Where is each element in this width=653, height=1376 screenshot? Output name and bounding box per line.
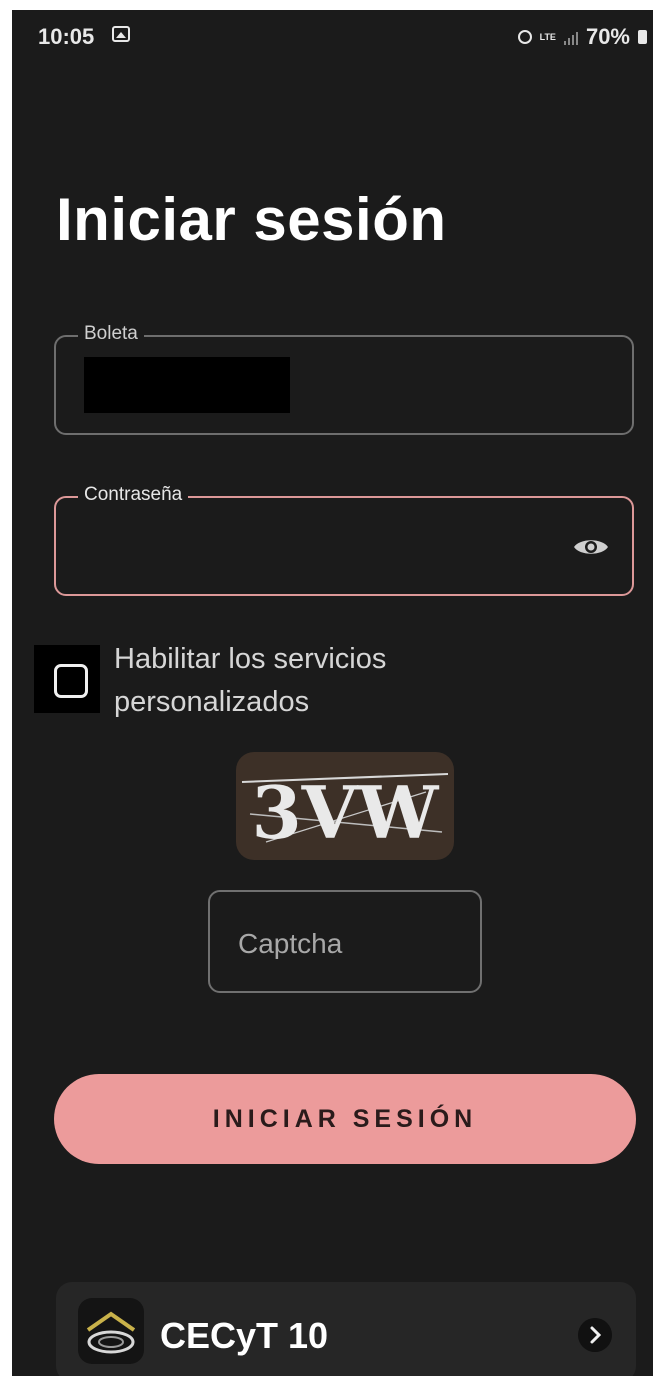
captcha-input[interactable]: Captcha [208, 890, 482, 993]
checkbox-container[interactable] [34, 645, 100, 713]
status-time: 10:05 [38, 24, 95, 49]
school-name: CECyT 10 [160, 1315, 329, 1356]
login-button-label: INICIAR SESIÓN [212, 1104, 478, 1133]
password-label: Contraseña [78, 484, 189, 506]
page-title: Iniciar sesión [56, 186, 447, 253]
battery-level: 70% [585, 24, 630, 49]
captcha-image: 3VW [236, 752, 454, 860]
school-logo [78, 1298, 144, 1364]
password-field[interactable]: Contraseña [54, 484, 634, 596]
personalized-services-checkbox[interactable] [54, 664, 88, 698]
boleta-value-redacted [84, 357, 290, 413]
captcha-placeholder: Captcha [238, 928, 343, 959]
image-icon [112, 26, 130, 42]
eye-icon[interactable] [572, 536, 610, 558]
boleta-field[interactable]: Boleta [54, 323, 634, 435]
boleta-label: Boleta [78, 323, 144, 345]
captcha-text: 3VW [241, 770, 449, 855]
battery-icon [638, 30, 647, 44]
signal-icon [563, 29, 578, 45]
status-indicators: LTE 70% [517, 24, 647, 50]
checkbox-label[interactable]: Habilitar los servicios personalizados [114, 638, 474, 724]
svg-text:3VW: 3VW [252, 770, 440, 855]
chevron-right-icon[interactable] [578, 1318, 612, 1352]
status-bar: 10:05 LTE 70% [12, 10, 653, 62]
login-button[interactable]: INICIAR SESIÓN [54, 1074, 636, 1164]
alarm-icon [517, 30, 532, 44]
school-selector[interactable]: CECyT 10 [56, 1282, 636, 1376]
phone-screen: 10:05 LTE 70% Iniciar sesión Boleta Cont… [12, 10, 653, 1376]
network-type: LTE [539, 31, 556, 42]
